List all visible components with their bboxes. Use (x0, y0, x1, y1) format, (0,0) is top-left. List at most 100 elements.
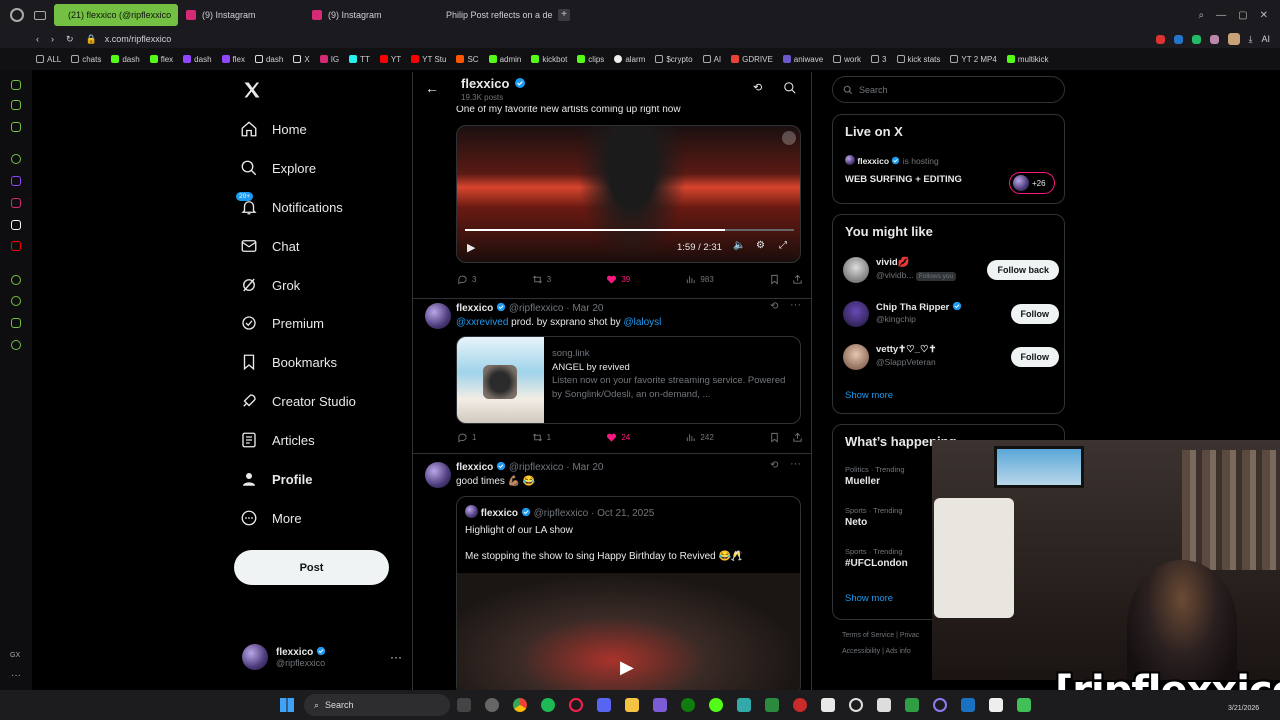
privacy-link[interactable]: Privac (900, 632, 919, 639)
app-icon[interactable] (1017, 698, 1031, 712)
accessibility-link[interactable]: Accessibility (842, 648, 880, 655)
show-more-link[interactable]: Show more (845, 593, 893, 604)
author-name[interactable]: flexxico (456, 462, 493, 473)
post-more-icon[interactable]: ··· (790, 299, 801, 311)
play-icon[interactable]: ▶ (467, 241, 475, 254)
views-button[interactable]: 983 (685, 272, 714, 286)
trend-item[interactable]: Politics · Trending Mueller (845, 465, 905, 487)
chatgpt-icon[interactable] (849, 698, 863, 712)
sidebar-app-icon[interactable] (11, 100, 21, 110)
reply-button[interactable]: 1 (457, 430, 476, 444)
bookmark-item[interactable]: YT (379, 55, 401, 64)
taskbar-search[interactable]: ⌕ Search (304, 694, 450, 716)
sidebar-app-icon[interactable] (11, 154, 21, 164)
bookmark-item[interactable]: GDRIVE (731, 55, 773, 64)
avatar[interactable] (425, 303, 451, 329)
spotify-icon[interactable] (541, 698, 555, 712)
share-icon[interactable] (792, 274, 803, 285)
extension-icon[interactable] (1173, 34, 1183, 44)
bookmark-item[interactable]: dash (111, 55, 140, 64)
live-join-pill[interactable]: +26 (1009, 172, 1055, 194)
bookmark-item[interactable]: dash (254, 55, 283, 64)
post-date[interactable]: Mar 20 (572, 462, 603, 473)
extension-icon[interactable] (1155, 34, 1165, 44)
bookmark-item[interactable]: YT 2 MP4 (950, 55, 997, 64)
back-arrow-icon[interactable]: ← (425, 80, 439, 96)
app-icon[interactable] (877, 698, 891, 712)
terms-link[interactable]: Terms of Service (842, 632, 894, 639)
trend-item[interactable]: Sports · Trending Neto (845, 506, 903, 528)
history-icon[interactable] (11, 296, 21, 306)
app-icon[interactable] (793, 698, 807, 712)
app-icon[interactable] (709, 698, 723, 712)
app-icon[interactable] (653, 698, 667, 712)
video-player[interactable]: ▶ 1:59 / 2:31 🔈 ⚙ ⤢ (456, 125, 801, 263)
post-more-icon[interactable]: ··· (790, 458, 801, 470)
instagram-sidebar-icon[interactable] (11, 198, 21, 208)
fullscreen-icon[interactable]: ⤢ (779, 240, 787, 251)
follow-button[interactable]: Follow (1010, 304, 1059, 324)
app-icon[interactable] (905, 698, 919, 712)
browser-tab-instagram-1[interactable]: (9) Instagram (178, 4, 304, 26)
settings-icon[interactable] (485, 698, 499, 712)
x-logo-icon[interactable] (242, 80, 262, 100)
post[interactable]: flexxico @ripflexxico · Mar 20 ⟲ ··· goo… (413, 453, 811, 690)
nav-explore[interactable]: Explore (240, 151, 316, 185)
bookmark-item[interactable]: SC (456, 55, 479, 64)
xbox-icon[interactable] (681, 698, 695, 712)
ads-info-link[interactable]: Ads info (885, 648, 910, 655)
youtube-sidebar-icon[interactable] (11, 241, 21, 251)
opera-logo-icon[interactable] (10, 8, 24, 22)
bookmark-item[interactable]: flex (221, 55, 245, 64)
search-input[interactable]: Search (832, 76, 1065, 103)
like-button[interactable]: 39 (606, 272, 630, 286)
follow-button[interactable]: Follow (1010, 347, 1059, 367)
bookmark-item[interactable]: admin (488, 55, 521, 64)
bookmark-item[interactable]: TT (349, 55, 370, 64)
live-host-name[interactable]: flexxico (857, 156, 889, 166)
show-more-link[interactable]: Show more (845, 390, 893, 401)
nav-more[interactable]: More (240, 501, 302, 535)
new-tab-icon[interactable]: + (558, 9, 570, 21)
close-window-icon[interactable]: ✕ (1260, 10, 1268, 21)
chrome-icon[interactable] (513, 698, 527, 712)
mention-link[interactable]: @laloysl (623, 317, 661, 328)
bookmark-item[interactable]: clips (577, 55, 604, 64)
app-icon[interactable] (821, 698, 835, 712)
avatar[interactable] (425, 462, 451, 488)
file-explorer-icon[interactable] (625, 698, 639, 712)
follow-back-button[interactable]: Follow back (987, 260, 1059, 280)
browser-tab-instagram-2[interactable]: (9) Instagram (304, 4, 432, 26)
more-icon[interactable]: ··· (11, 670, 21, 681)
bookmark-item[interactable]: multikick (1006, 55, 1049, 64)
settings-icon[interactable] (11, 340, 21, 350)
author-handle[interactable]: @ripflexxico (509, 462, 564, 473)
task-view-icon[interactable] (457, 698, 471, 712)
play-icon[interactable]: ▶ (620, 657, 634, 678)
bookmark-item[interactable]: kickbot (531, 55, 567, 64)
twitch-sidebar-icon[interactable] (11, 176, 21, 186)
sidebar-app-icon[interactable] (11, 122, 21, 132)
video-progress-track[interactable] (465, 229, 794, 231)
views-button[interactable]: 242 (685, 430, 714, 444)
extension-icon[interactable] (1209, 34, 1219, 44)
tab-search-icon[interactable]: ⌕ (1199, 10, 1205, 21)
grok-icon[interactable]: ⟲ (770, 301, 778, 312)
nav-home[interactable]: Home (240, 112, 307, 146)
extension-icon[interactable] (1191, 34, 1201, 44)
bookmark-item[interactable]: 3 (871, 55, 887, 64)
maximize-icon[interactable]: ▢ (1238, 10, 1247, 21)
search-icon[interactable] (783, 81, 797, 95)
bookmark-icon[interactable] (769, 274, 780, 285)
workspaces-icon[interactable] (34, 10, 46, 20)
settings-icon[interactable]: ⚙ (756, 240, 765, 251)
bookmark-item[interactable]: chats (71, 55, 101, 64)
profile-avatar-icon[interactable] (1227, 33, 1240, 45)
trend-item[interactable]: Sports · Trending #UFCLondon (845, 547, 908, 569)
opera-gx-icon[interactable] (933, 698, 947, 712)
account-switcher[interactable]: flexxico @ripflexxico ··· (242, 642, 402, 672)
nav-premium[interactable]: Premium (240, 306, 324, 340)
account-more-icon[interactable]: ··· (390, 650, 402, 664)
discord-icon[interactable] (597, 698, 611, 712)
bookmark-icon[interactable] (769, 432, 780, 443)
